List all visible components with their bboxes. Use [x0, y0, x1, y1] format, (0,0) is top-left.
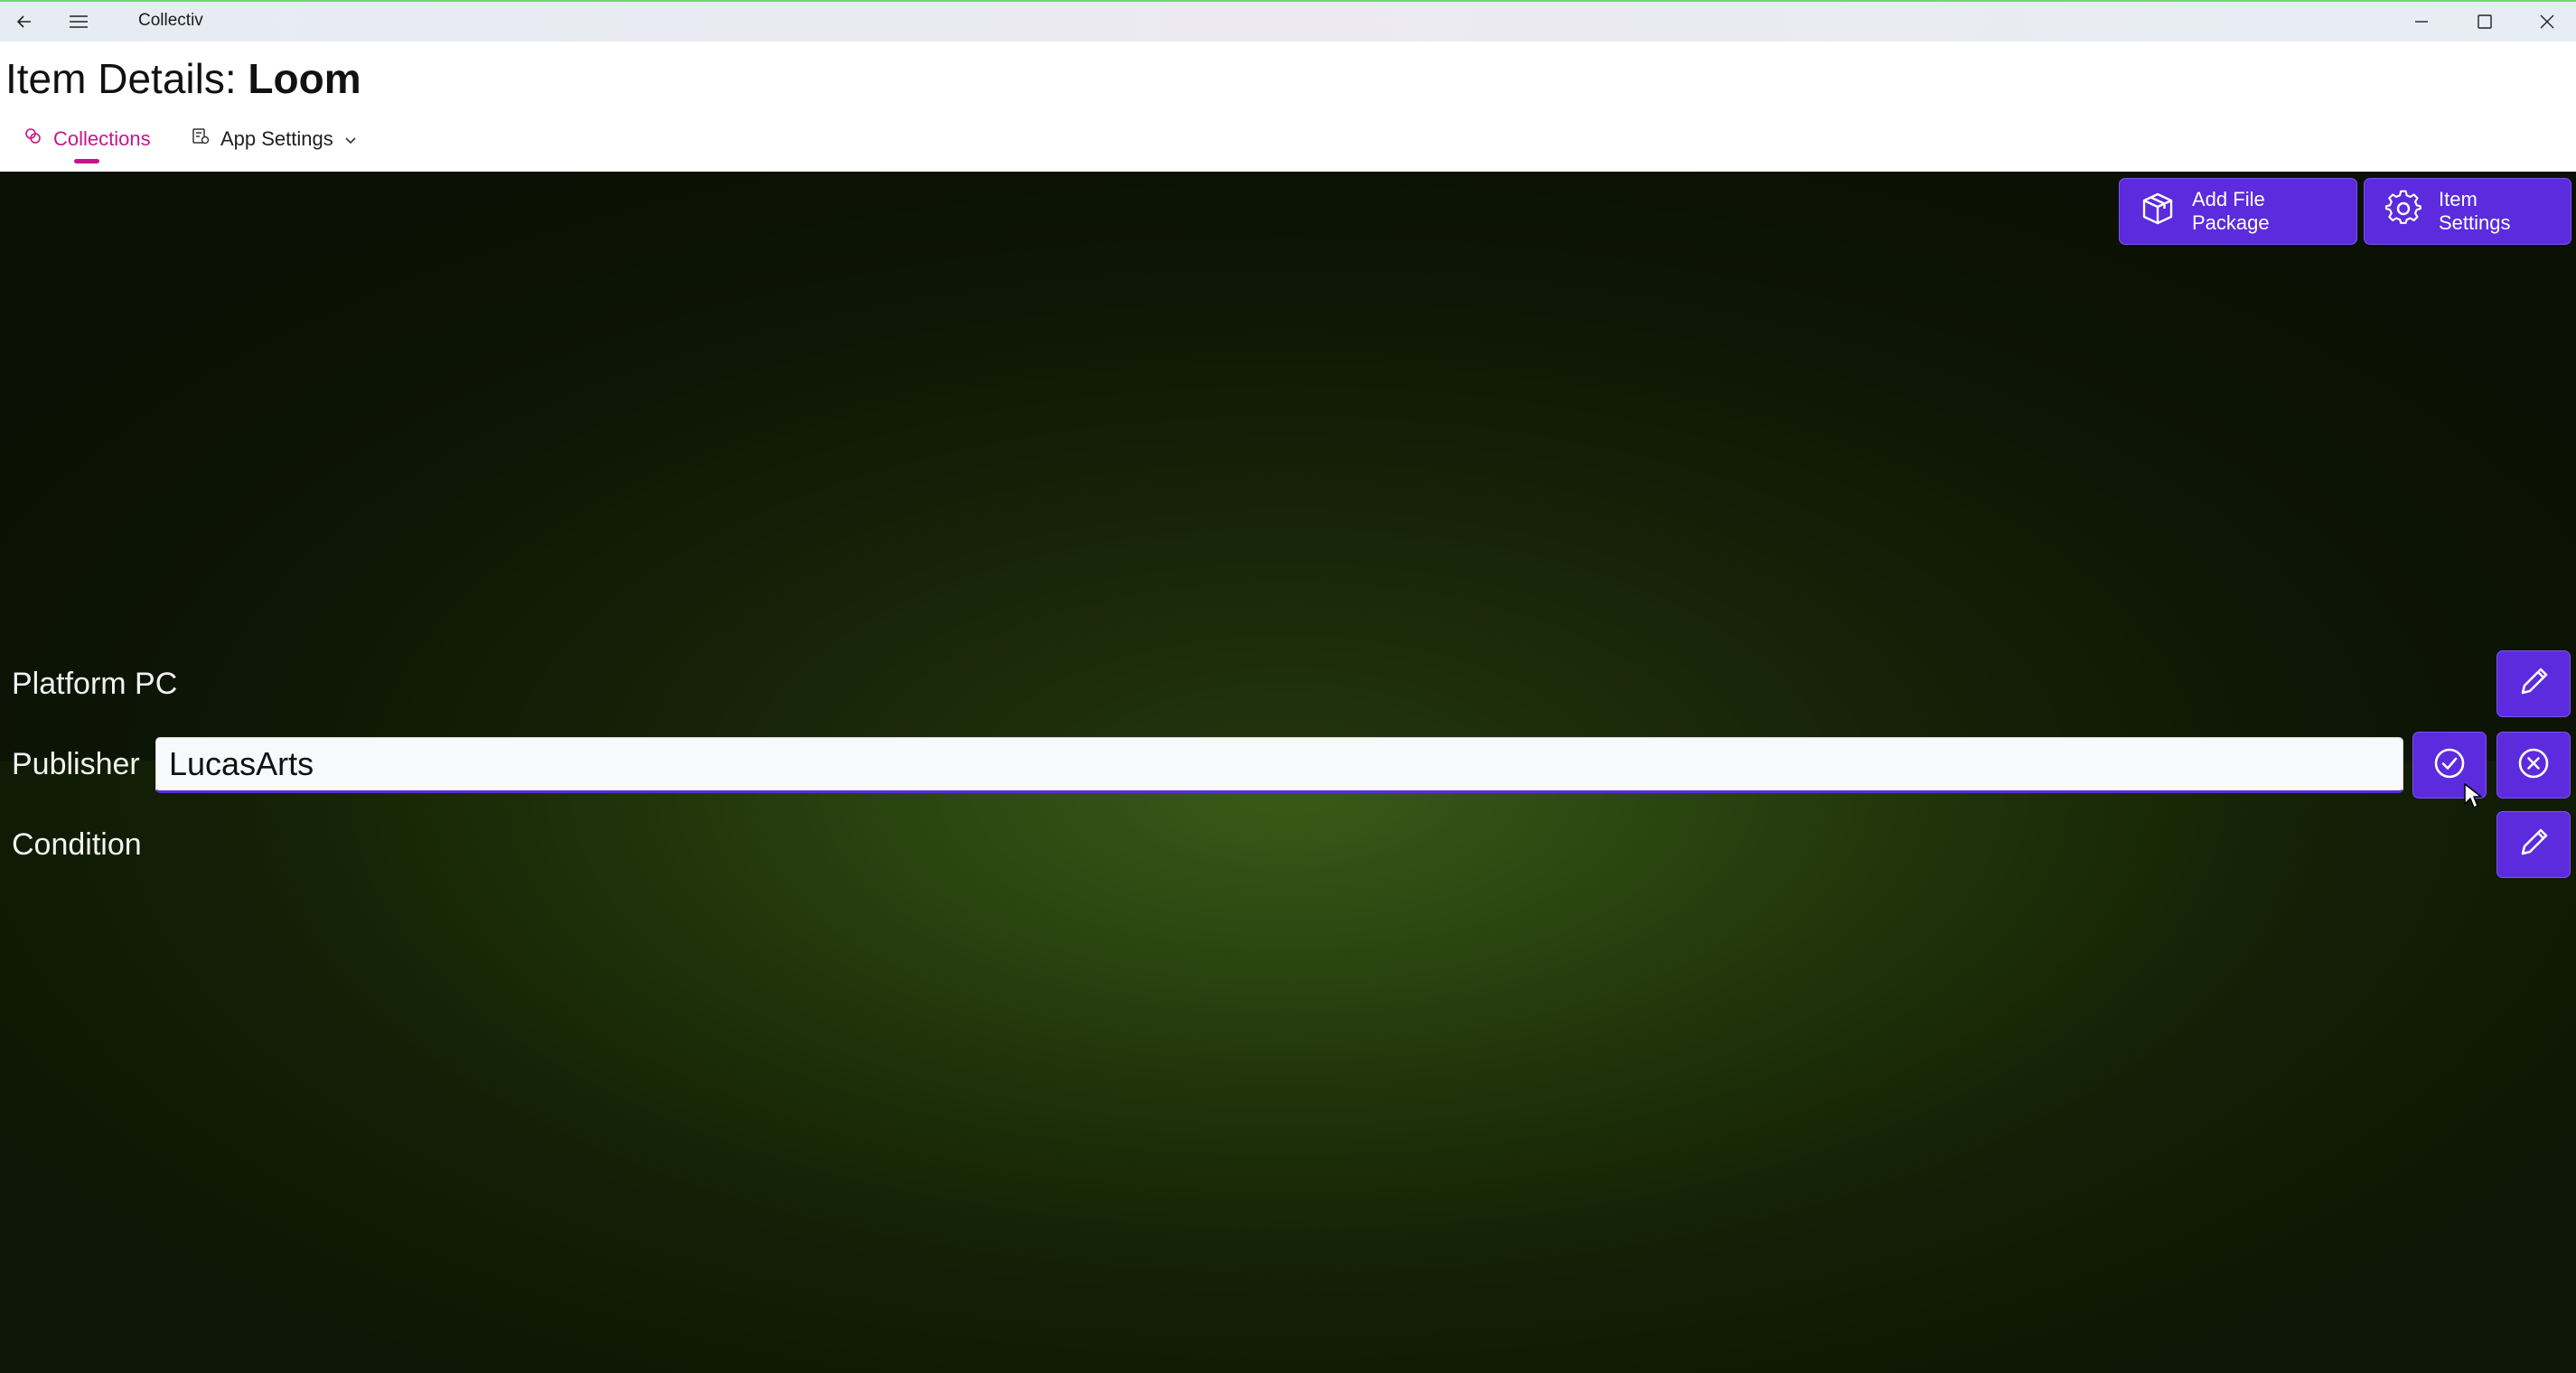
maximize-icon[interactable] — [2467, 2, 2503, 42]
tab-collections-label: Collections — [53, 127, 151, 150]
cancel-publisher-button[interactable] — [2496, 732, 2571, 799]
collections-icon — [24, 127, 42, 151]
edit-condition-button[interactable] — [2496, 811, 2571, 878]
close-circle-icon — [2515, 745, 2552, 786]
back-icon[interactable] — [7, 2, 42, 42]
item-detail-panel: Add File Package Item Settings Platform … — [0, 172, 2576, 1373]
package-icon — [2140, 191, 2176, 232]
tab-app-settings-label: App Settings — [220, 127, 333, 150]
condition-field-label: Condition — [12, 827, 142, 862]
title-bar: Collectiv — [0, 0, 2576, 42]
hero-banner — [0, 172, 2576, 761]
page-title-prefix: Item Details: — [5, 55, 248, 102]
item-name: Loom — [248, 55, 361, 102]
gear-icon — [2384, 190, 2422, 233]
hamburger-menu-icon[interactable] — [61, 2, 96, 42]
page-header: Item Details: Loom Collections App Setti… — [0, 42, 2576, 172]
minimize-icon[interactable] — [2403, 2, 2440, 42]
tab-selected-indicator — [74, 159, 99, 163]
item-settings-button[interactable]: Item Settings — [2364, 178, 2571, 245]
tab-app-settings[interactable]: App Settings — [192, 121, 357, 157]
check-circle-icon — [2431, 745, 2468, 786]
app-title: Collectiv — [138, 11, 203, 30]
edit-platform-button[interactable] — [2496, 650, 2571, 717]
pencil-icon — [2515, 664, 2552, 705]
page-title: Item Details: Loom — [5, 54, 361, 103]
chevron-down-icon — [344, 127, 357, 151]
close-icon[interactable] — [2529, 2, 2565, 42]
pencil-icon — [2515, 825, 2552, 865]
tab-collections[interactable]: Collections — [24, 121, 151, 157]
publisher-input[interactable] — [155, 737, 2403, 793]
settings-list-icon — [192, 127, 210, 151]
mouse-pointer-icon — [2463, 782, 2483, 814]
platform-field-label: Platform PC — [12, 667, 178, 701]
add-file-package-label: Add File Package — [2192, 188, 2270, 234]
publisher-field-label: Publisher — [12, 747, 140, 781]
item-settings-label: Item Settings — [2439, 188, 2511, 234]
add-file-package-button[interactable]: Add File Package — [2119, 178, 2357, 245]
